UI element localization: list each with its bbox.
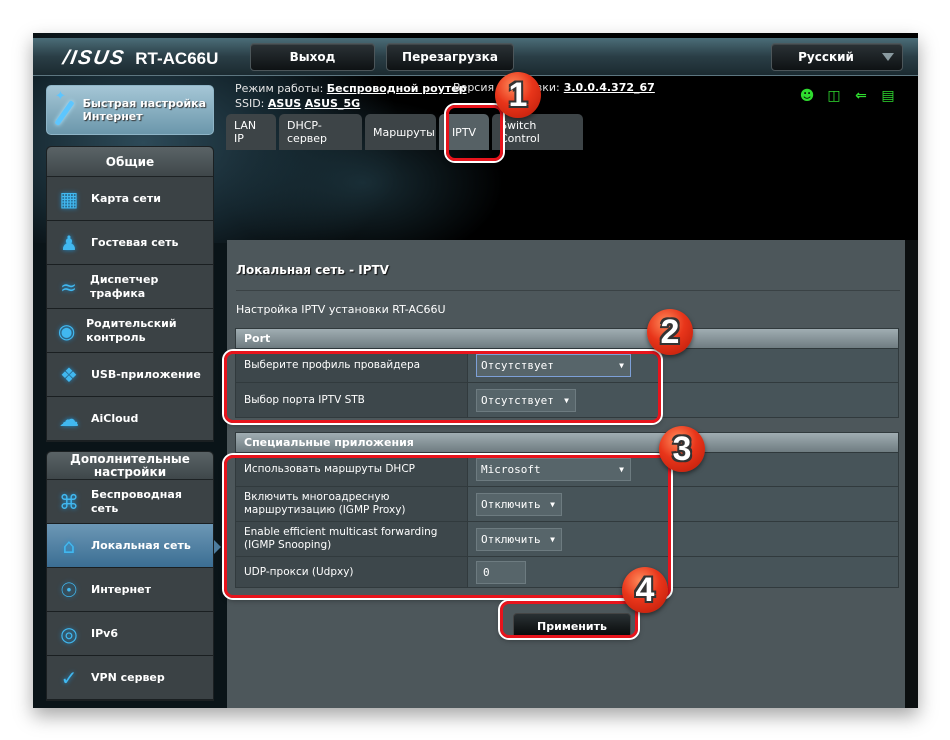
- sidebar-item-parental-control[interactable]: ◉ Родительский контроль: [47, 309, 213, 353]
- tab-bar: LAN IP DHCP-сервер Маршруты IPTV Switch …: [226, 114, 583, 150]
- quick-internet-setup[interactable]: Быстрая настройка Интернет: [46, 85, 214, 135]
- sidebar-advanced: Дополнительные настройки ⌘ Беспроводная …: [46, 451, 221, 701]
- magic-wand-icon: [55, 89, 79, 127]
- sidebar-item-traffic-manager[interactable]: ≈ Диспетчер трафика: [47, 265, 213, 309]
- sidebar-item-label: Карта сети: [91, 191, 161, 205]
- mode-link[interactable]: Беспроводной роутер: [327, 82, 467, 95]
- router-info: Режим работы: Беспроводной роутер SSID: …: [235, 81, 467, 111]
- quick-setup-label: Быстрая настройка Интернет: [82, 97, 207, 123]
- firmware-link[interactable]: 3.0.0.4.372_67: [564, 81, 655, 94]
- sidebar-item-internet[interactable]: ☉ Интернет: [47, 568, 213, 612]
- guest-network-icon: ♟: [60, 230, 78, 255]
- ssid-label: SSID:: [235, 97, 265, 110]
- sidebar-item-lan[interactable]: ⌂ Локальная сеть: [47, 524, 221, 568]
- router-model: RT-AC66U: [135, 48, 219, 68]
- status-icons: ☻ ◫ ⇐ ▤: [799, 88, 896, 104]
- reboot-button[interactable]: Перезагрузка: [386, 43, 514, 71]
- tab-routes[interactable]: Маршруты: [365, 114, 436, 150]
- step-badge-4: 4: [622, 567, 668, 613]
- network-icon[interactable]: ◫: [826, 88, 842, 104]
- usb-icon[interactable]: ⇐: [853, 88, 869, 104]
- divider: [236, 290, 900, 291]
- logo: /ISUS RT-AC66U: [61, 47, 219, 70]
- language-value: Русский: [798, 50, 854, 64]
- sidebar-general-header: Общие: [47, 147, 213, 177]
- traffic-manager-icon: ≈: [60, 274, 77, 299]
- sidebar-item-guest-network[interactable]: ♟ Гостевая сеть: [47, 221, 213, 265]
- step-badge-2: 2: [647, 309, 693, 355]
- page-subtitle: Настройка IPTV установки RT-AC66U: [236, 303, 446, 316]
- highlight-iptv-tab: [446, 105, 503, 161]
- sidebar-item-label: VPN сервер: [91, 670, 165, 684]
- vpn-icon: ✓: [60, 665, 78, 690]
- clients-icon[interactable]: ☻: [799, 88, 815, 104]
- tab-switch-control[interactable]: Switch Control: [492, 114, 583, 150]
- printer-icon[interactable]: ▤: [880, 88, 896, 104]
- logout-button[interactable]: Выход: [250, 43, 375, 71]
- mode-label: Режим работы:: [235, 82, 324, 95]
- step-badge-3: 3: [659, 426, 705, 472]
- sidebar-item-label: Беспроводная сеть: [91, 487, 182, 515]
- scrollbar[interactable]: [905, 240, 918, 708]
- puzzle-icon: ❖: [60, 362, 78, 387]
- sidebar-item-label: Интернет: [91, 582, 151, 596]
- sidebar-advanced-header: Дополнительные настройки: [47, 452, 213, 480]
- sidebar-item-wireless[interactable]: ⌘ Беспроводная сеть: [47, 480, 213, 524]
- sidebar-item-label: Локальная сеть: [91, 538, 191, 552]
- page-title: Локальная сеть - IPTV: [236, 263, 389, 277]
- tab-dhcp-server[interactable]: DHCP-сервер: [279, 114, 362, 150]
- sidebar-item-label: IPv6: [91, 626, 118, 640]
- sidebar-general: Общие ▦ Карта сети ♟ Гостевая сеть ≈ Дис…: [46, 146, 214, 442]
- sidebar-item-usb-application[interactable]: ❖ USB-приложение: [47, 353, 213, 397]
- ipv6-icon: ◎: [60, 621, 78, 646]
- sidebar-item-label: USB-приложение: [91, 367, 201, 381]
- section-header: Port: [236, 329, 898, 349]
- home-icon: ⌂: [62, 533, 76, 558]
- highlight-port-section: [224, 351, 661, 423]
- network-map-icon: ▦: [59, 186, 79, 211]
- sidebar-item-label: Родительский контроль: [86, 316, 177, 344]
- firmware-info: Версия прошивки:3.0.0.4.372_67: [453, 81, 655, 94]
- globe-icon: ☉: [60, 577, 78, 602]
- asus-logo: /ISUS: [61, 47, 128, 69]
- sidebar-item-label: Гостевая сеть: [91, 235, 179, 249]
- highlight-apply-button: [500, 601, 638, 638]
- step-badge-1: 1: [495, 72, 541, 118]
- sidebar-item-aicloud[interactable]: ☁ AiCloud: [47, 397, 213, 441]
- highlight-special-section: [224, 455, 671, 598]
- section-header: Специальные приложения: [236, 433, 898, 453]
- chevron-down-icon: [882, 53, 894, 61]
- wifi-icon: ⌘: [59, 489, 79, 514]
- ssid-link-5g[interactable]: ASUS_5G: [305, 97, 360, 110]
- ssid-link-24[interactable]: ASUS: [268, 97, 301, 110]
- sidebar-item-label: Диспетчер трафика: [90, 272, 159, 300]
- lock-icon: ◉: [57, 318, 76, 343]
- cloud-icon: ☁: [59, 406, 79, 431]
- sidebar-item-network-map[interactable]: ▦ Карта сети: [47, 177, 213, 221]
- sidebar-item-vpn-server[interactable]: ✓ VPN сервер: [47, 656, 213, 700]
- language-select[interactable]: Русский: [771, 43, 903, 71]
- sidebar-item-label: AiCloud: [91, 411, 139, 425]
- sidebar-item-ipv6[interactable]: ◎ IPv6: [47, 612, 213, 656]
- tab-lan-ip[interactable]: LAN IP: [226, 114, 276, 150]
